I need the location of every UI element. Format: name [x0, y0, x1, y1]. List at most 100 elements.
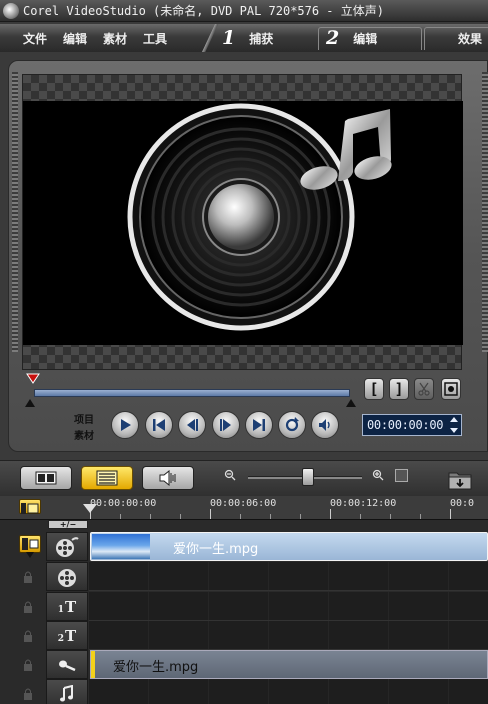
preview-grip-left — [12, 72, 18, 352]
film-reel-icon — [56, 536, 79, 557]
next-frame-button[interactable] — [212, 411, 240, 439]
title-track-2-header[interactable]: 2T — [46, 621, 88, 650]
enlarge-icon — [444, 382, 458, 396]
speaker-icon — [319, 419, 330, 431]
enlarge-preview-button[interactable] — [441, 378, 461, 400]
mark-out-button[interactable]: ] — [389, 378, 409, 400]
ruler-minor-tick — [420, 514, 421, 519]
ruler-tick — [330, 509, 331, 519]
expand-track-icon[interactable] — [25, 551, 35, 559]
timeline-icon — [96, 470, 118, 486]
lock-icon[interactable] — [22, 658, 34, 672]
fit-project-button[interactable] — [395, 469, 408, 482]
zoom-slider-thumb[interactable] — [302, 468, 314, 486]
step-edit-number: 2 — [326, 27, 340, 49]
lock-icon[interactable] — [22, 629, 34, 643]
menu-clip[interactable]: 素材 — [95, 30, 135, 47]
ruler-minor-tick — [300, 514, 301, 519]
ruler-minor-tick — [360, 514, 361, 519]
add-remove-tracks-button[interactable]: +/− — [48, 520, 88, 529]
multi-clip-icon — [22, 538, 39, 550]
play-icon — [121, 419, 131, 431]
lock-icon[interactable] — [22, 687, 34, 701]
timeline-playhead[interactable] — [83, 504, 97, 513]
lock-icon[interactable] — [22, 600, 34, 614]
step-edit-label: 编辑 — [353, 31, 378, 46]
timecode-field[interactable]: 00:00:00:00 — [362, 414, 462, 436]
video-clip[interactable]: 爱你一生.mpg — [90, 532, 488, 561]
folder-import-icon[interactable] — [447, 467, 473, 491]
audio-view-button[interactable] — [142, 466, 194, 490]
ruler-label-18: 00:0 — [450, 498, 475, 509]
ruler-label-0: 00:00:00:00 — [90, 498, 157, 509]
end-button[interactable] — [245, 411, 273, 439]
overlay-track-body[interactable] — [89, 562, 488, 591]
voice-track: 爱你一生.mpg — [0, 650, 488, 679]
mode-clip-label[interactable]: 素材 — [74, 427, 94, 442]
preview-grip-right — [482, 72, 488, 352]
repeat-icon — [285, 417, 299, 432]
overlay-reel-icon — [58, 568, 76, 587]
scissors-icon — [418, 382, 430, 396]
view-toolbar — [0, 460, 488, 496]
video-track: 爱你一生.mpg — [0, 532, 488, 561]
storyboard-icon — [35, 471, 57, 485]
menu-bar: 文件 编辑 素材 工具 1 捕获 2 编辑 效果 — [0, 24, 488, 52]
ruler-tick — [210, 509, 211, 519]
timecode-spinner[interactable] — [448, 416, 460, 434]
menu-file[interactable]: 文件 — [15, 30, 55, 47]
scrub-bar[interactable] — [34, 389, 350, 397]
music-track-body[interactable] — [89, 679, 488, 704]
timeline-ruler[interactable]: 00:00:00:00 00:00:06:00 00:00:12:00 00:0 — [0, 496, 488, 520]
volume-button[interactable] — [311, 411, 339, 439]
preview-screen[interactable] — [22, 74, 463, 370]
zoom-out-icon[interactable] — [224, 469, 236, 481]
timeline-view-button[interactable] — [81, 466, 133, 490]
home-button[interactable] — [145, 411, 173, 439]
cut-clip-button[interactable] — [414, 378, 434, 400]
video-track-header[interactable] — [46, 532, 88, 561]
step-effect[interactable]: 效果 — [458, 24, 482, 52]
clip-start-marker — [91, 651, 95, 678]
menu-edit[interactable]: 编辑 — [55, 30, 95, 47]
skip-to-end-icon — [253, 419, 265, 431]
previous-frame-icon — [187, 419, 198, 431]
menu-tools[interactable]: 工具 — [135, 30, 175, 47]
title-track-1: 1T — [0, 592, 488, 621]
skip-to-start-icon — [153, 419, 165, 431]
step-capture-number: 1 — [222, 27, 236, 49]
ruler-minor-tick — [150, 514, 151, 519]
step-effect-label: 效果 — [458, 31, 483, 46]
voice-track-header[interactable] — [46, 650, 88, 679]
title-icon: 1T — [57, 597, 77, 616]
track-manager-button[interactable] — [19, 499, 41, 514]
step-capture[interactable]: 1 捕获 — [222, 24, 273, 52]
overlay-track-header[interactable] — [46, 562, 88, 591]
window-title: Corel VideoStudio (未命名, DVD PAL 720*576 … — [23, 4, 384, 18]
title-track-1-header[interactable]: 1T — [46, 592, 88, 621]
film-strip-icon — [21, 503, 39, 514]
ruler-minor-tick — [120, 514, 121, 519]
add-remove-label: +/− — [59, 520, 77, 529]
ruler-minor-tick — [240, 514, 241, 519]
play-button[interactable] — [111, 411, 139, 439]
mode-project-label[interactable]: 项目 — [74, 411, 94, 426]
arrow-up-icon[interactable] — [449, 416, 459, 423]
audio-speaker-icon — [159, 470, 176, 486]
title-track-2-body[interactable] — [89, 621, 488, 650]
previous-frame-button[interactable] — [178, 411, 206, 439]
app-logo-icon — [3, 2, 19, 19]
arrow-down-icon[interactable] — [449, 427, 459, 434]
title-track-1-body[interactable] — [89, 592, 488, 621]
trim-start-handle[interactable] — [25, 399, 35, 407]
scrub-playhead-icon[interactable] — [26, 373, 40, 385]
lock-icon[interactable] — [22, 570, 34, 584]
music-track-header[interactable] — [46, 679, 88, 704]
zoom-in-icon[interactable] — [372, 469, 384, 481]
mark-in-button[interactable]: [ — [364, 378, 384, 400]
trim-end-handle[interactable] — [346, 399, 356, 407]
voice-clip[interactable]: 爱你一生.mpg — [90, 650, 488, 679]
storyboard-view-button[interactable] — [20, 466, 72, 490]
step-edit[interactable]: 2 编辑 — [326, 24, 377, 52]
repeat-button[interactable] — [278, 411, 306, 439]
